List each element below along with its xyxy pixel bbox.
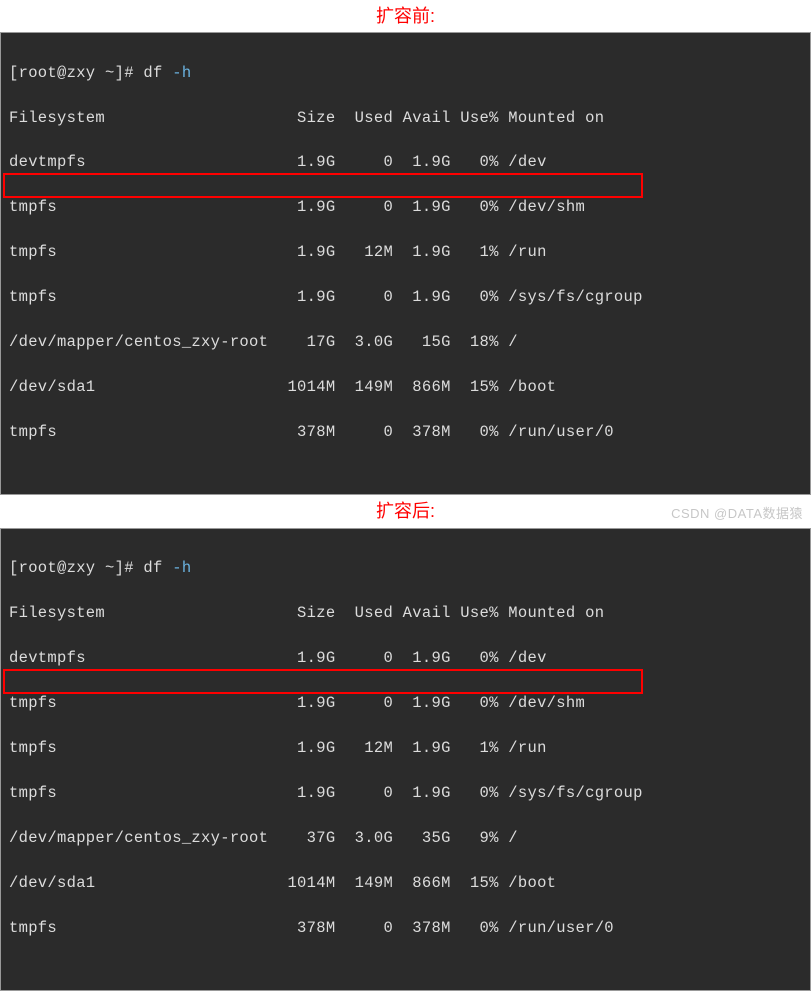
df-header: Filesystem Size Used Avail Use% Mounted … (9, 602, 802, 624)
table-row: tmpfs 1.9G 12M 1.9G 1% /run (9, 241, 802, 263)
table-row: tmpfs 378M 0 378M 0% /run/user/0 (9, 917, 802, 939)
highlight-after (3, 669, 643, 694)
table-row: tmpfs 1.9G 0 1.9G 0% /dev/shm (9, 196, 802, 218)
table-row: tmpfs 1.9G 0 1.9G 0% /sys/fs/cgroup (9, 286, 802, 308)
table-row: tmpfs 1.9G 0 1.9G 0% /sys/fs/cgroup (9, 782, 802, 804)
caption-before: 扩容前: (0, 0, 811, 32)
prompt-line: [root@zxy ~]# df -h (9, 557, 802, 579)
command: df (143, 559, 172, 577)
watermark: CSDN @DATA数据猿 (671, 505, 803, 524)
command: df (143, 64, 172, 82)
table-row: /dev/sda1 1014M 149M 866M 15% /boot (9, 872, 802, 894)
table-row: /dev/sda1 1014M 149M 866M 15% /boot (9, 376, 802, 398)
prompt-line: [root@zxy ~]# df -h (9, 62, 802, 84)
terminal-before: [root@zxy ~]# df -h Filesystem Size Used… (0, 32, 811, 495)
table-row: devtmpfs 1.9G 0 1.9G 0% /dev (9, 151, 802, 173)
table-row: tmpfs 1.9G 12M 1.9G 1% /run (9, 737, 802, 759)
df-header: Filesystem Size Used Avail Use% Mounted … (9, 107, 802, 129)
terminal-after: [root@zxy ~]# df -h Filesystem Size Used… (0, 528, 811, 991)
table-row: devtmpfs 1.9G 0 1.9G 0% /dev (9, 647, 802, 669)
table-row-root: /dev/mapper/centos_zxy-root 37G 3.0G 35G… (9, 827, 802, 849)
table-row-root: /dev/mapper/centos_zxy-root 17G 3.0G 15G… (9, 331, 802, 353)
highlight-before (3, 173, 643, 198)
prompt-user: [root@zxy ~]# (9, 559, 143, 577)
flag: -h (172, 64, 191, 82)
flag: -h (172, 559, 191, 577)
table-row: tmpfs 378M 0 378M 0% /run/user/0 (9, 421, 802, 443)
prompt-user: [root@zxy ~]# (9, 64, 143, 82)
table-row: tmpfs 1.9G 0 1.9G 0% /dev/shm (9, 692, 802, 714)
